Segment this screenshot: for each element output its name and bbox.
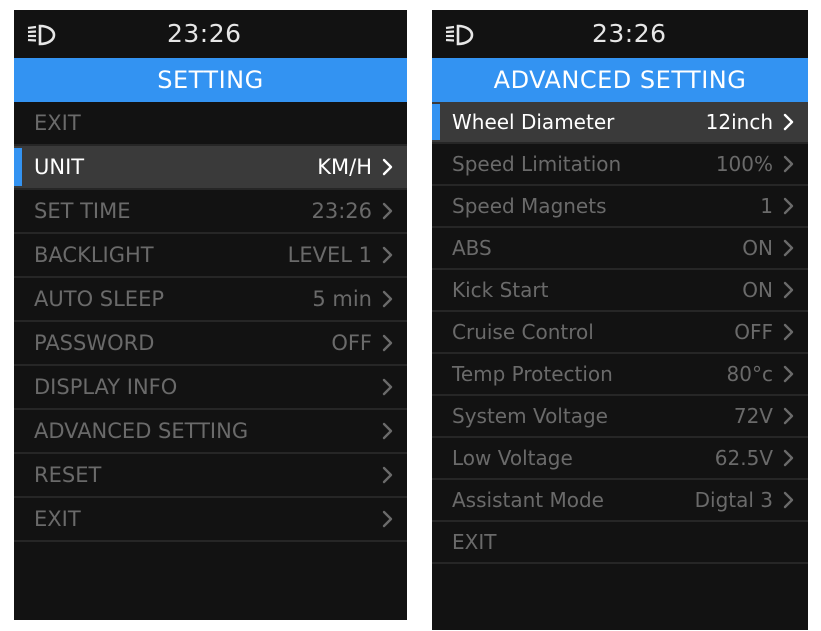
menu-item-label: SET TIME — [34, 199, 131, 223]
menu-item-label: AUTO SLEEP — [34, 287, 164, 311]
menu-item-value: ON — [742, 236, 773, 260]
menu-item-exit[interactable]: EXIT — [432, 522, 808, 564]
chevron-right-icon — [783, 407, 794, 425]
settings-screen: 23:26 SETTING EXIT UNIT KM/H SET TIME 23:26 B… — [14, 10, 407, 620]
menu-item-display-info[interactable]: DISPLAY INFO — [14, 366, 407, 410]
menu-item-value: 23:26 — [311, 199, 372, 223]
menu-item-auto-sleep[interactable]: AUTO SLEEP 5 min — [14, 278, 407, 322]
menu-item-label: Cruise Control — [452, 320, 594, 344]
menu-item-abs[interactable]: ABS ON — [432, 228, 808, 270]
advanced-settings-menu: Wheel Diameter 12inch Speed Limitation 100%… — [432, 102, 808, 564]
menu-item-label: RESET — [34, 463, 102, 487]
chevron-right-icon — [382, 510, 393, 528]
clock: 23:26 — [592, 19, 667, 48]
menu-item-label: Speed Magnets — [452, 194, 607, 218]
chevron-right-icon — [783, 449, 794, 467]
menu-item-label: PASSWORD — [34, 331, 155, 355]
menu-item-label: ABS — [452, 236, 492, 260]
menu-item-value: Digtal 3 — [694, 488, 773, 512]
menu-item-advanced-setting[interactable]: ADVANCED SETTING — [14, 410, 407, 454]
menu-item-label: EXIT — [34, 111, 81, 135]
menu-item-label: DISPLAY INFO — [34, 375, 178, 399]
menu-item-value: 5 min — [312, 287, 372, 311]
menu-item-assistant-mode[interactable]: Assistant Mode Digtal 3 — [432, 480, 808, 522]
menu-item-label: Low Voltage — [452, 446, 573, 470]
menu-item-label: EXIT — [452, 530, 497, 554]
chevron-right-icon — [783, 113, 794, 131]
menu-item-password[interactable]: PASSWORD OFF — [14, 322, 407, 366]
menu-item-exit[interactable]: EXIT — [14, 498, 407, 542]
chevron-right-icon — [382, 158, 393, 176]
menu-item-temp-protection[interactable]: Temp Protection 80°c — [432, 354, 808, 396]
menu-item-exit[interactable]: EXIT — [14, 102, 407, 146]
chevron-right-icon — [783, 239, 794, 257]
clock: 23:26 — [167, 19, 242, 48]
menu-item-value: KM/H — [317, 155, 372, 179]
menu-item-kick-start[interactable]: Kick Start ON — [432, 270, 808, 312]
status-bar: 23:26 — [14, 10, 407, 58]
chevron-right-icon — [382, 378, 393, 396]
menu-item-system-voltage[interactable]: System Voltage 72V — [432, 396, 808, 438]
chevron-right-icon — [783, 323, 794, 341]
menu-item-speed-limitation[interactable]: Speed Limitation 100% — [432, 144, 808, 186]
menu-item-speed-magnets[interactable]: Speed Magnets 1 — [432, 186, 808, 228]
advanced-settings-screen: 23:26 ADVANCED SETTING Wheel Diameter 12i… — [432, 10, 808, 630]
menu-item-label: EXIT — [34, 507, 81, 531]
menu-item-wheel-diameter[interactable]: Wheel Diameter 12inch — [432, 102, 808, 144]
chevron-right-icon — [382, 202, 393, 220]
menu-item-value: OFF — [734, 320, 773, 344]
menu-item-label: System Voltage — [452, 404, 608, 428]
menu-item-label: Wheel Diameter — [452, 110, 615, 134]
chevron-right-icon — [783, 281, 794, 299]
chevron-right-icon — [382, 422, 393, 440]
headlight-icon — [445, 24, 474, 46]
menu-item-label: Temp Protection — [452, 362, 613, 386]
menu-item-value: 12inch — [705, 110, 773, 134]
menu-item-unit[interactable]: UNIT KM/H — [14, 146, 407, 190]
menu-item-reset[interactable]: RESET — [14, 454, 407, 498]
menu-item-value: ON — [742, 278, 773, 302]
menu-item-value: 80°c — [726, 362, 773, 386]
settings-menu: EXIT UNIT KM/H SET TIME 23:26 BACKLIGHT LEVEL … — [14, 102, 407, 542]
menu-item-value: 62.5V — [714, 446, 773, 470]
menu-item-label: BACKLIGHT — [34, 243, 154, 267]
page-title: ADVANCED SETTING — [432, 58, 808, 102]
menu-item-cruise-control[interactable]: Cruise Control OFF — [432, 312, 808, 354]
menu-item-value: LEVEL 1 — [287, 243, 372, 267]
menu-item-low-voltage[interactable]: Low Voltage 62.5V — [432, 438, 808, 480]
menu-item-backlight[interactable]: BACKLIGHT LEVEL 1 — [14, 234, 407, 278]
menu-item-value: 100% — [715, 152, 773, 176]
chevron-right-icon — [783, 491, 794, 509]
menu-item-value: 72V — [733, 404, 773, 428]
menu-item-label: Kick Start — [452, 278, 549, 302]
chevron-right-icon — [382, 466, 393, 484]
chevron-right-icon — [382, 290, 393, 308]
menu-item-label: UNIT — [34, 155, 85, 179]
menu-item-label: Assistant Mode — [452, 488, 604, 512]
menu-item-label: ADVANCED SETTING — [34, 419, 249, 443]
menu-item-label: Speed Limitation — [452, 152, 622, 176]
chevron-right-icon — [783, 365, 794, 383]
menu-item-set-time[interactable]: SET TIME 23:26 — [14, 190, 407, 234]
status-bar: 23:26 — [432, 10, 808, 58]
chevron-right-icon — [382, 246, 393, 264]
menu-item-value: OFF — [331, 331, 372, 355]
menu-item-value: 1 — [760, 194, 773, 218]
chevron-right-icon — [783, 155, 794, 173]
headlight-icon — [27, 24, 56, 46]
chevron-right-icon — [382, 334, 393, 352]
page-title: SETTING — [14, 58, 407, 102]
chevron-right-icon — [783, 197, 794, 215]
